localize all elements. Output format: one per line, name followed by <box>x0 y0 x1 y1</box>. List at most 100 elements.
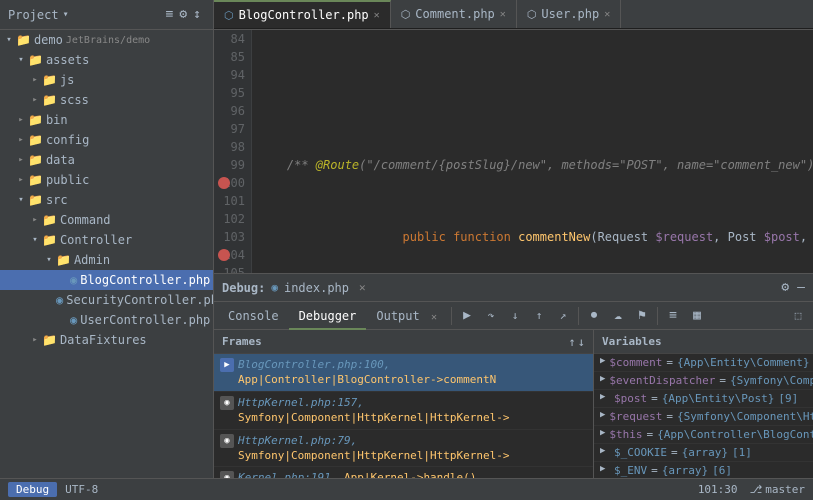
sidebar-item-securitycontroller[interactable]: ◉ SecurityController.php <box>0 290 213 310</box>
var-item-cookie[interactable]: ▶ $_COOKIE = {array} [1] <box>594 444 813 462</box>
debug-file-label: index.php <box>284 281 349 295</box>
var-item-eventdispatcher[interactable]: ▶ $eventDispatcher = {Symfony\Component\… <box>594 372 813 390</box>
ln-96: 96 <box>220 102 245 120</box>
tab-user-label: User.php <box>541 7 599 21</box>
sidebar-item-config[interactable]: ▸ 📁 config <box>0 130 213 150</box>
sidebar-item-js[interactable]: ▸ 📁 js <box>0 70 213 90</box>
tab-user[interactable]: ⬡ User.php ✕ <box>517 0 621 28</box>
var-item-request[interactable]: ▶ $request = {Symfony\Component\HttpFoun… <box>594 408 813 426</box>
frame-item-1[interactable]: ▶ BlogController.php:100, App|Controller… <box>214 354 593 392</box>
sidebar-item-command[interactable]: ▸ 📁 Command <box>0 210 213 230</box>
debug-tool-threads[interactable]: ≡ <box>662 305 684 327</box>
debug-panel: Debug: ◉ index.php ✕ ⚙ — Console <box>214 273 813 478</box>
ln-103: 103 <box>220 228 245 246</box>
git-icon: ⎇ <box>750 483 763 496</box>
debug-tool-frames[interactable]: ▦ <box>686 305 708 327</box>
var-item-comment[interactable]: ▶ $comment = {App\Entity\Comment} [5] <box>594 354 813 372</box>
line-numbers: 84 85 94 95 96 97 98 99 100 101 102 <box>214 30 252 273</box>
frame-item-3[interactable]: ◉ HttpKernel.php:79, Symfony|Component|H… <box>214 430 593 468</box>
sidebar-scss-label: scss <box>60 93 89 107</box>
var-item-env[interactable]: ▶ $_ENV = {array} [6] <box>594 462 813 478</box>
sidebar-src-label: src <box>46 193 68 207</box>
frames-up-icon[interactable]: ↑ <box>569 335 576 349</box>
layout-icon[interactable]: ↕ <box>193 7 201 22</box>
frames-list: ▶ BlogController.php:100, App|Controller… <box>214 354 593 478</box>
var-item-this[interactable]: ▶ $this = {App\Controller\BlogController… <box>594 426 813 444</box>
debug-file-close[interactable]: ✕ <box>359 281 366 294</box>
debug-tab-debugger[interactable]: Debugger <box>289 302 367 330</box>
var-name-post: $post <box>614 392 647 405</box>
debug-tool-step-over[interactable]: ↷ <box>480 305 502 327</box>
output-tab-close[interactable]: ✕ <box>431 312 437 323</box>
sidebar-item-scss[interactable]: ▸ 📁 scss <box>0 90 213 110</box>
tab-blog-controller[interactable]: ⬡ BlogController.php ✕ <box>214 0 391 28</box>
sidebar-item-data[interactable]: ▸ 📁 data <box>0 150 213 170</box>
var-arrow-comment: ▶ <box>600 356 605 366</box>
main-area: ▾ 📁 demo JetBrains/demo ▾ 📁 assets ▸ 📁 j… <box>0 30 813 478</box>
debug-tool-step-out[interactable]: ↑ <box>528 305 550 327</box>
var-eq-comment: = <box>666 356 673 369</box>
frame-text-4: Kernel.php:191, App|Kernel->handle() <box>238 470 476 478</box>
gear-icon[interactable]: ⚙ <box>179 7 187 22</box>
sidebar-item-assets[interactable]: ▾ 📁 assets <box>0 50 213 70</box>
sidebar-item-controller[interactable]: ▾ 📁 Controller <box>0 230 213 250</box>
debug-settings-icon[interactable]: ⚙ <box>781 280 789 295</box>
frame-icon-1: ▶ <box>220 358 234 372</box>
settings-icon[interactable]: ≡ <box>166 7 174 22</box>
var-item-post[interactable]: ▶ $post = {App\Entity\Post} [9] <box>594 390 813 408</box>
debug-tool-breakpoints[interactable]: ⚑ <box>631 305 653 327</box>
tab-blog-close[interactable]: ✕ <box>374 10 380 21</box>
debug-tab-output[interactable]: Output ✕ <box>366 302 447 330</box>
sidebar-admin-label: Admin <box>74 253 110 267</box>
debug-tool-run-cursor[interactable]: ↗ <box>552 305 574 327</box>
status-debug-button[interactable]: Debug <box>8 482 57 497</box>
tab-comment-close[interactable]: ✕ <box>500 9 506 20</box>
debug-tab-console[interactable]: Console <box>218 302 289 330</box>
folder-open-admin-icon: ▾ <box>42 255 56 265</box>
tab-comment[interactable]: ⬡ Comment.php ✕ <box>391 0 517 28</box>
debug-tool-console-input[interactable]: ⬚ <box>787 305 809 327</box>
variables-title-label: Variables <box>602 335 662 348</box>
ln-100: 100 <box>220 174 245 192</box>
debug-tool-watches[interactable]: ☁ <box>607 305 629 327</box>
debug-tool-step-into[interactable]: ↓ <box>504 305 526 327</box>
frame-icon-2: ◉ <box>220 396 234 410</box>
breakpoint-marker-100 <box>218 177 230 189</box>
frames-down-icon[interactable]: ↓ <box>578 335 585 349</box>
frame-text-2: HttpKernel.php:157, Symfony|Component|Ht… <box>238 395 587 426</box>
console-tab-label: Console <box>228 309 279 323</box>
sidebar-securitycontroller-label: SecurityController.php <box>66 293 214 307</box>
var-name-this: $this <box>609 428 642 441</box>
debugger-tab-label: Debugger <box>299 309 357 323</box>
sidebar-item-admin[interactable]: ▾ 📁 Admin <box>0 250 213 270</box>
sidebar-item-blogcontroller[interactable]: ◉ BlogController.php <box>0 270 213 290</box>
sidebar-item-src[interactable]: ▾ 📁 src <box>0 190 213 210</box>
folder-closed-data-icon: ▸ <box>14 155 28 165</box>
debug-minimize-icon[interactable]: — <box>797 280 805 295</box>
sidebar-item-bin[interactable]: ▸ 📁 bin <box>0 110 213 130</box>
frame-item-2[interactable]: ◉ HttpKernel.php:157, Symfony|Component|… <box>214 392 593 430</box>
ln-97: 97 <box>220 120 245 138</box>
folder-icon-data: 📁 <box>28 153 43 167</box>
sidebar-item-demo[interactable]: ▾ 📁 demo JetBrains/demo <box>0 30 213 50</box>
sidebar-js-label: js <box>60 73 74 87</box>
sidebar-item-usercontroller[interactable]: ◉ UserController.php <box>0 310 213 330</box>
status-branch[interactable]: ⎇ master <box>750 483 805 496</box>
folder-icon-demo: 📁 <box>16 33 31 47</box>
var-name-ed: $eventDispatcher <box>609 374 715 387</box>
var-eq-env: = <box>651 464 658 477</box>
sidebar-datafixtures-label: DataFixtures <box>60 333 147 347</box>
code-lines[interactable]: /** @Route("/comment/{postSlug}/new", me… <box>252 30 813 273</box>
frame-item-4[interactable]: ◉ Kernel.php:191, App|Kernel->handle() <box>214 467 593 478</box>
ln-99: 99 <box>220 156 245 174</box>
debug-tool-evaluate[interactable]: ⏺ <box>583 305 605 327</box>
sidebar-item-public[interactable]: ▸ 📁 public <box>0 170 213 190</box>
variables-list: ▶ $comment = {App\Entity\Comment} [5] ▶ … <box>594 354 813 478</box>
debug-tool-resume[interactable]: ▶ <box>456 305 478 327</box>
debug-tool-separator-2 <box>578 307 579 325</box>
sidebar-item-datafixtures[interactable]: ▸ 📁 DataFixtures <box>0 330 213 350</box>
var-eq-req: = <box>666 410 673 423</box>
debug-sub-tabs: Console Debugger Output ✕ <box>218 302 447 330</box>
code-content-94: public function commentNew(Request $requ… <box>258 210 813 264</box>
tab-user-close[interactable]: ✕ <box>604 9 610 20</box>
